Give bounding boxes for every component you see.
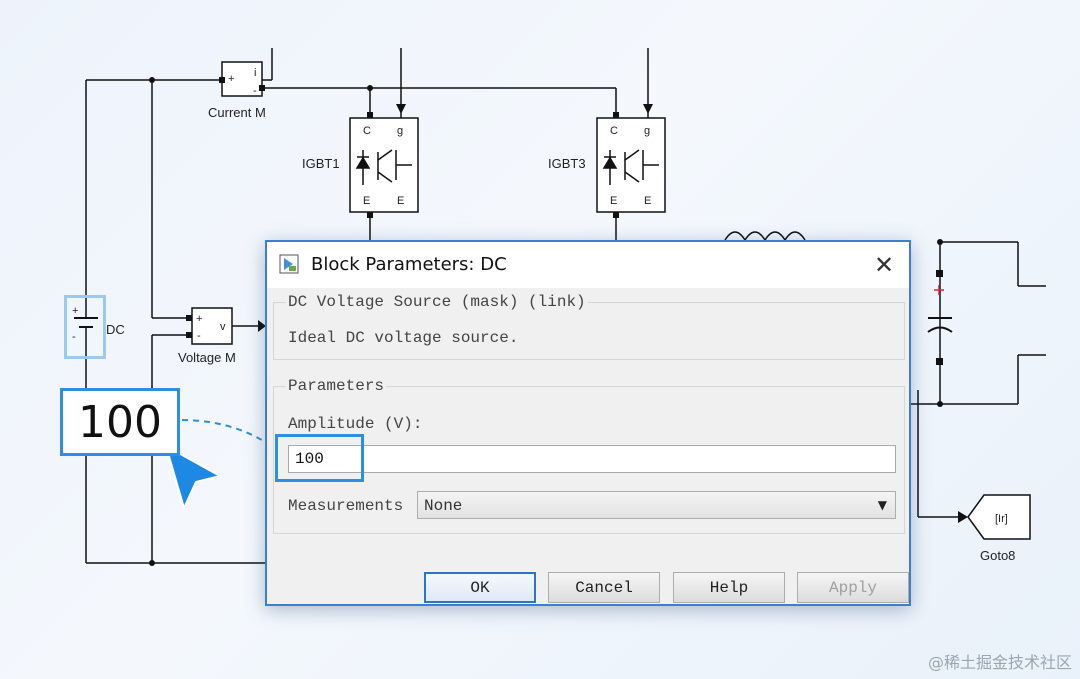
ok-button[interactable]: OK <box>424 572 536 603</box>
pin-v: v <box>220 321 226 333</box>
amplitude-highlight <box>275 434 364 482</box>
amplitude-label: Amplitude (V): <box>288 415 423 433</box>
dc-source-label: DC <box>106 322 125 337</box>
pin-c: C <box>363 125 371 137</box>
goto-tag: [Ir] <box>995 513 1008 525</box>
goto8-label: Goto8 <box>980 548 1015 563</box>
voltage-meter-label: Voltage M <box>178 350 236 365</box>
voltage-meter-block[interactable]: + - v <box>186 307 233 345</box>
amplitude-input[interactable] <box>288 445 896 473</box>
pin-minus: - <box>253 85 257 97</box>
measurements-select[interactable]: None ▼ <box>417 491 896 519</box>
block-parameters-dialog: Block Parameters: DC ✕ DC Voltage Source… <box>265 240 911 606</box>
current-meter-label: Current M <box>208 105 266 120</box>
pin-plus: + <box>228 73 234 85</box>
apply-button[interactable]: Apply <box>797 572 909 603</box>
cancel-button[interactable]: Cancel <box>548 572 660 603</box>
pin-g: g <box>644 125 650 137</box>
value-callout: 100 <box>60 388 180 456</box>
help-button[interactable]: Help <box>673 572 785 603</box>
close-icon[interactable]: ✕ <box>869 250 899 280</box>
mask-description: Ideal DC voltage source. <box>288 329 519 347</box>
simulink-block-icon <box>279 254 299 274</box>
pin-g: g <box>397 125 403 137</box>
goto8-block[interactable]: [Ir] <box>967 494 1031 540</box>
mask-group-legend: DC Voltage Source (mask) (link) <box>286 293 588 311</box>
measurements-label: Measurements <box>288 497 404 515</box>
pin-e: E <box>363 195 370 207</box>
pin-e: E <box>397 195 404 207</box>
pin-i: i <box>254 67 256 79</box>
pin-minus: - <box>197 330 201 342</box>
mask-description-group: DC Voltage Source (mask) (link) Ideal DC… <box>273 293 905 360</box>
chevron-down-icon: ▼ <box>877 498 887 512</box>
pin-e: E <box>644 195 651 207</box>
dc-source-highlight <box>64 295 106 359</box>
parameters-group-legend: Parameters <box>286 377 387 395</box>
igbt1-label: IGBT1 <box>302 156 340 171</box>
dialog-title-bar[interactable]: Block Parameters: DC ✕ <box>267 242 909 288</box>
pin-e: E <box>610 195 617 207</box>
igbt3-label: IGBT3 <box>548 156 586 171</box>
watermark: @稀土掘金技术社区 <box>927 653 1072 672</box>
igbt1-block[interactable]: C g E E <box>349 112 419 218</box>
igbt3-block[interactable]: C g E E <box>596 112 666 218</box>
pin-c: C <box>610 125 618 137</box>
dialog-title: Block Parameters: DC <box>311 254 507 275</box>
measurements-value: None <box>424 497 463 515</box>
pin-plus: + <box>196 313 202 325</box>
parameters-group: Parameters Amplitude (V): Measurements N… <box>273 377 905 534</box>
current-meter-block[interactable]: + - i <box>219 61 265 97</box>
